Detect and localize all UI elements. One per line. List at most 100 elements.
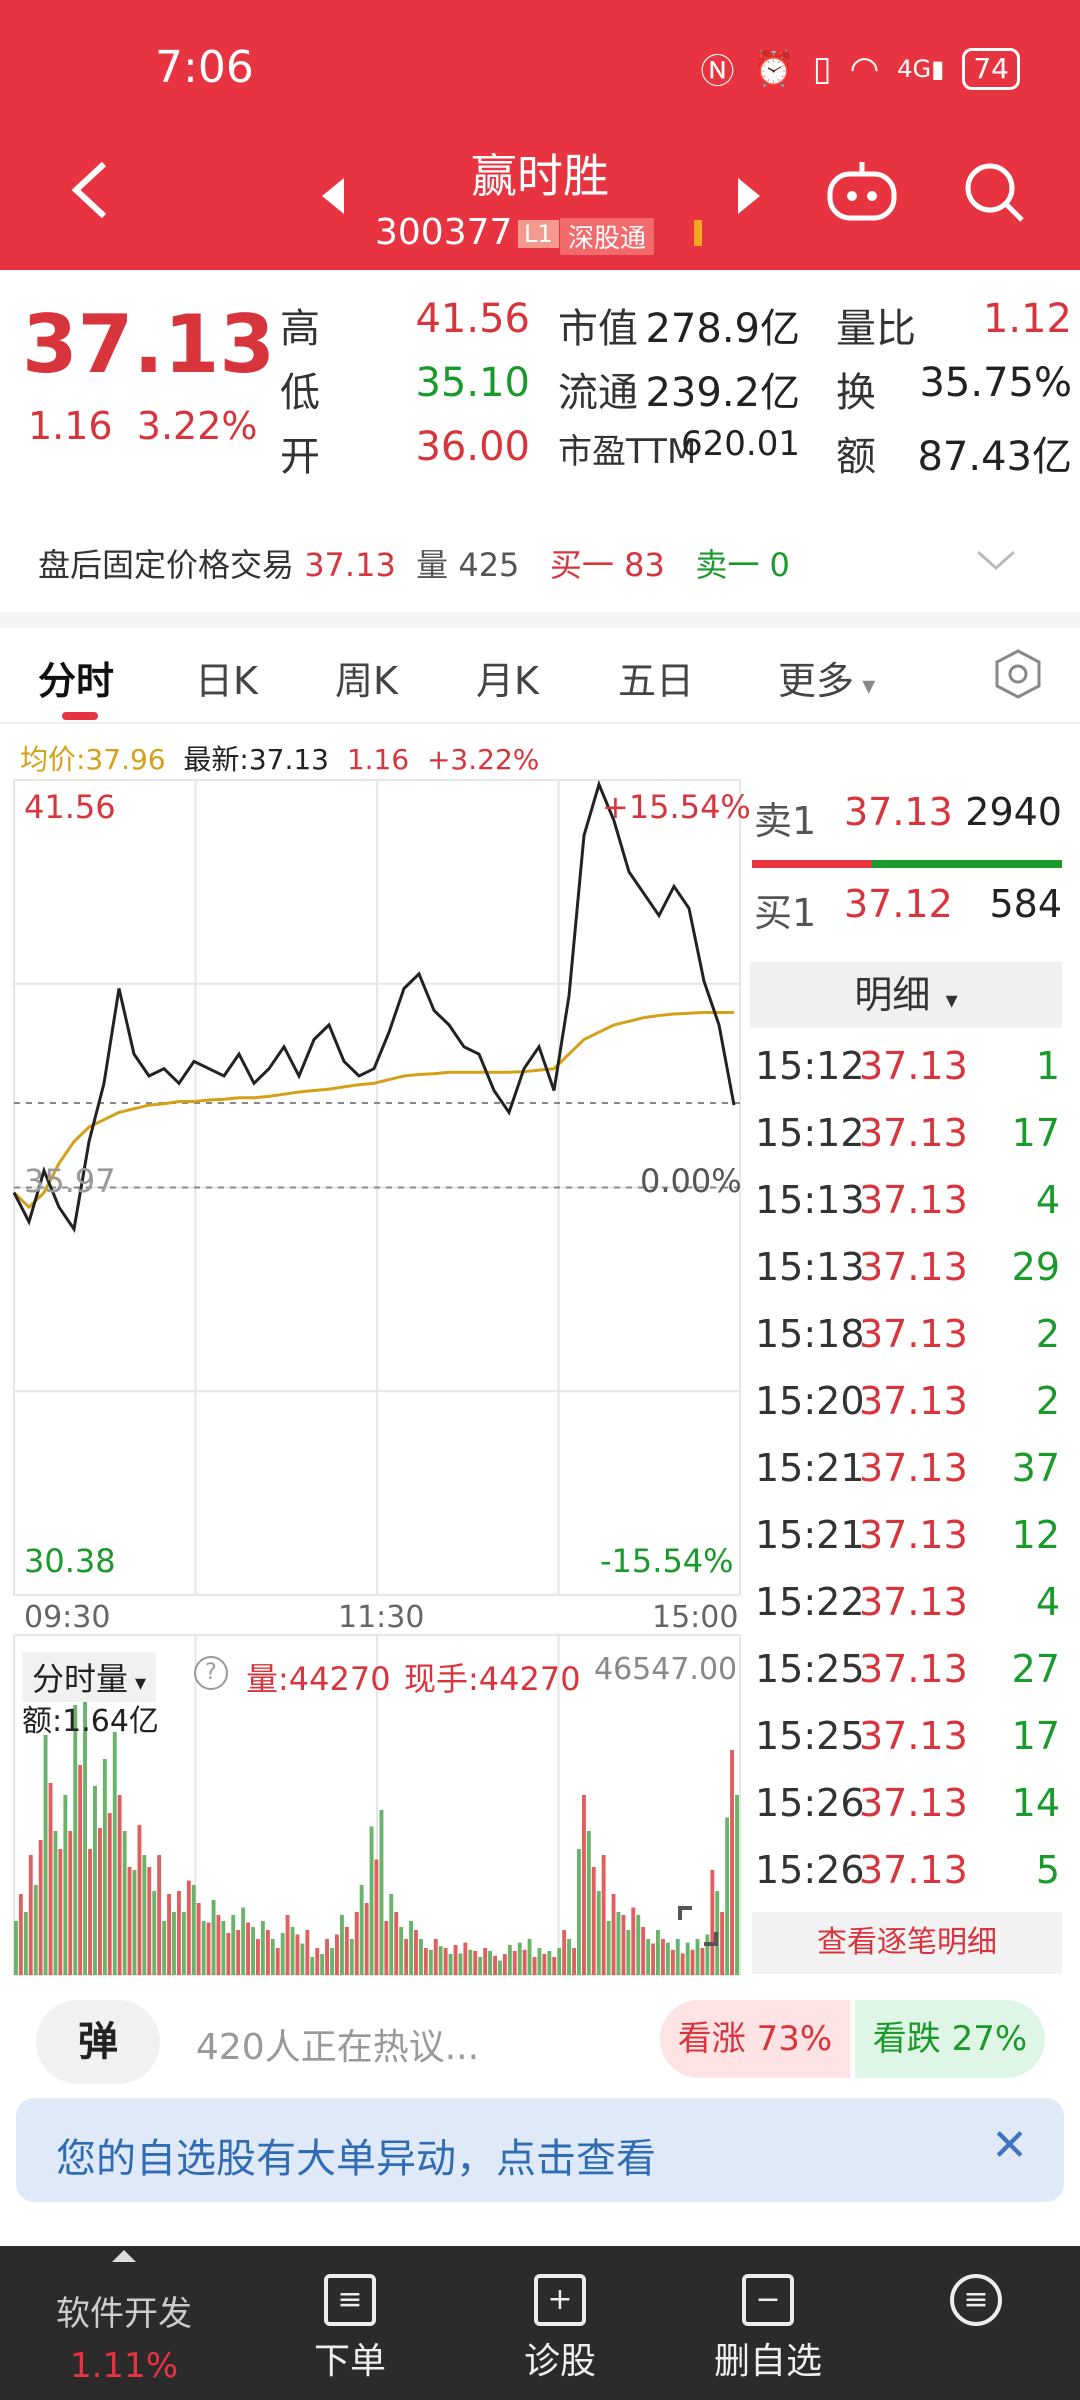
volume-bar <box>651 1943 655 1975</box>
close-icon[interactable]: ✕ <box>991 2120 1028 2171</box>
settings-hexagon-icon[interactable] <box>992 648 1044 700</box>
trade-price: 37.13 <box>859 1647 968 1691</box>
alert-banner[interactable]: 您的自选股有大单异动，点击查看 ✕ <box>16 2098 1064 2202</box>
tab-daily-k[interactable]: 日K <box>195 650 258 705</box>
volume-bar <box>107 1813 112 1975</box>
volume-bar <box>473 1951 478 1975</box>
alert-text[interactable]: 您的自选股有大单异动，点击查看 <box>56 2126 656 2184</box>
tab-five-day[interactable]: 五日 <box>618 650 694 705</box>
nav-order[interactable]: ≡ 下单 <box>250 2246 450 2384</box>
volume-bar <box>670 1949 675 1975</box>
stats-col-3: 量比 1.12 换 35.75% 额 87.43亿 <box>836 296 1072 488</box>
turnover-label: 换 <box>836 370 876 416</box>
volume-indicator-select[interactable]: 分时量 ▾ <box>22 1652 157 1702</box>
trade-time: 15:21 <box>755 1513 865 1557</box>
volume-bar <box>285 1915 290 1975</box>
detail-dropdown[interactable]: 明细 ▾ <box>750 962 1062 1028</box>
volume-bar <box>191 1885 196 1975</box>
trade-price: 37.13 <box>859 1111 968 1155</box>
tab-monthly-k[interactable]: 月K <box>476 650 539 705</box>
help-icon[interactable]: ? <box>194 1656 228 1690</box>
next-stock-icon[interactable] <box>738 178 760 214</box>
volume-bar <box>48 1783 53 1975</box>
avg-price-line <box>12 1011 734 1210</box>
after-hours-bar[interactable]: 盘后固定价格交易 37.13 量 425 买一 83 卖一 0 <box>38 540 790 586</box>
trade-row: 15:12 37.13 17 <box>755 1111 1060 1178</box>
trade-volume: 1 <box>1035 1044 1060 1088</box>
bullet-comment-button[interactable]: 弹 <box>36 2000 160 2084</box>
trade-volume: 4 <box>1035 1580 1060 1624</box>
intraday-chart[interactable] <box>0 735 745 1980</box>
volume-bar <box>557 1948 562 1975</box>
volume-bar <box>196 1903 201 1975</box>
search-icon[interactable] <box>962 160 1028 226</box>
stats-col-2: 市值 278.9亿 流通 239.2亿 市盈TTM 620.01 <box>558 296 800 488</box>
robot-assistant-icon[interactable] <box>826 160 898 224</box>
volume-bar <box>626 1930 631 1975</box>
trade-volume: 2 <box>1035 1312 1060 1356</box>
volume-bar <box>453 1945 458 1975</box>
volume-bar <box>374 1859 379 1975</box>
volume-bar <box>241 1907 246 1975</box>
volume-amount: 额:1.64亿 <box>22 1704 159 1739</box>
vote-up-button[interactable]: 看涨 73% <box>660 2000 850 2078</box>
view-tick-detail-button[interactable]: 查看逐笔明细 <box>752 1912 1062 1974</box>
alarm-icon: ⏰ <box>752 48 795 89</box>
pe-value: 620.01 <box>681 424 800 464</box>
chart-mid-pct: 0.00% <box>640 1162 742 1200</box>
fullscreen-icon[interactable] <box>676 1904 720 1948</box>
trade-volume: 2 <box>1035 1379 1060 1423</box>
after-hours-label: 盘后固定价格交易 <box>38 546 295 584</box>
tab-more[interactable]: 更多 ▾ <box>778 650 875 705</box>
nav-menu[interactable]: ≡ <box>876 2246 1076 2332</box>
sell-depth-bar <box>752 860 872 868</box>
bottom-nav: 软件开发 1.11% ≡ 下单 + 诊股 − 删自选 ≡ <box>0 2246 1080 2400</box>
stock-name: 赢时胜 <box>471 149 609 203</box>
app-header: 7:06 Ⓝ ⏰ ▯ ◠ 4G▮ 74 赢时胜 300377 L1 深股通 <box>0 0 1080 270</box>
tab-indicator <box>62 712 98 720</box>
discussion-text[interactable]: 420人正在热议... <box>196 2018 479 2070</box>
volume-bar <box>661 1939 665 1975</box>
trade-time: 15:20 <box>755 1379 865 1423</box>
volume-bar <box>443 1948 448 1975</box>
tab-weekly-k[interactable]: 周K <box>335 650 398 705</box>
trade-time: 15:13 <box>755 1245 865 1289</box>
volume-bar <box>438 1946 443 1975</box>
volume-bar <box>132 1870 137 1975</box>
sector-name[interactable]: 软件开发 <box>24 2286 224 2335</box>
volume-bar <box>265 1930 270 1975</box>
trade-time: 15:22 <box>755 1580 865 1624</box>
volume-bar <box>507 1945 512 1975</box>
volume-bar <box>404 1939 409 1975</box>
volume-bar <box>586 1831 591 1975</box>
volume-indicator-label: 分时量 <box>32 1660 129 1698</box>
trade-price: 37.13 <box>859 1245 968 1289</box>
tab-more-label: 更多 <box>778 659 855 703</box>
volume-bar <box>58 1849 63 1975</box>
volume-bar <box>340 1915 344 1975</box>
nav-diagnose[interactable]: + 诊股 <box>460 2246 660 2384</box>
x-tick-open: 09:30 <box>24 1600 111 1635</box>
nav-remove-watchlist[interactable]: − 删自选 <box>668 2246 868 2384</box>
tab-intraday[interactable]: 分时 <box>38 650 114 705</box>
volume-bar <box>384 1921 389 1975</box>
volume-bar <box>14 1921 18 1975</box>
flag-badge <box>694 220 702 246</box>
trade-row: 15:13 37.13 4 <box>755 1178 1060 1245</box>
trade-time: 15:18 <box>755 1312 865 1356</box>
buy1-price: 37.12 <box>844 882 953 926</box>
volume-ratio-value: 1.12 <box>982 296 1072 342</box>
volume-bar <box>33 1885 38 1975</box>
trade-row: 15:21 37.13 37 <box>755 1446 1060 1513</box>
trade-time: 15:12 <box>755 1111 865 1155</box>
vote-down-button[interactable]: 看跌 27% <box>855 2000 1045 2078</box>
caret-up-icon <box>112 2250 136 2262</box>
trade-row: 15:13 37.13 29 <box>755 1245 1060 1312</box>
amount-value: 87.43亿 <box>917 434 1072 480</box>
volume-bar <box>181 1912 186 1975</box>
volume-bar <box>186 1880 191 1975</box>
volume-bar <box>591 1867 596 1975</box>
volume-bar <box>216 1915 221 1975</box>
chart-low-label: 30.38 <box>24 1542 116 1580</box>
chevron-down-icon[interactable] <box>976 548 1016 572</box>
